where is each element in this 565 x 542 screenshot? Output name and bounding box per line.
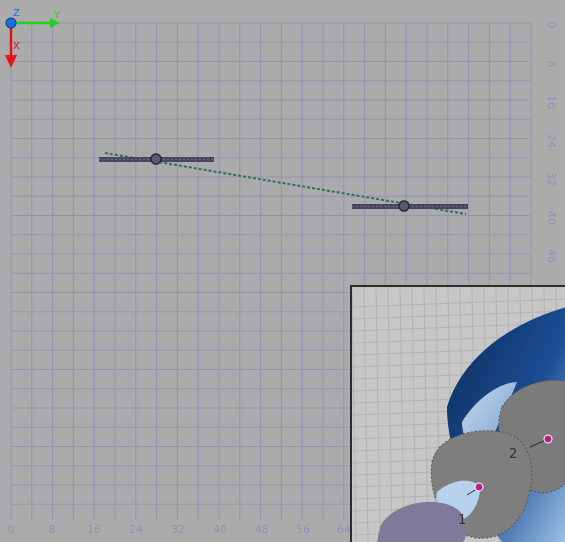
ruler-x-label: 16: [87, 523, 101, 536]
preview-grid-line: [352, 298, 565, 308]
ruler-x-label: 48: [255, 523, 269, 536]
preview-point-label: 2: [509, 447, 517, 462]
control-point-handle[interactable]: [398, 200, 410, 212]
ruler-x-label: 40: [213, 523, 227, 536]
ruler-y-label: 32: [545, 172, 558, 186]
preview-grid-line: [352, 310, 565, 320]
z-axis-label: Z: [13, 8, 20, 19]
preview-render: 1 2: [352, 287, 565, 542]
ruler-x-label: 32: [171, 523, 185, 536]
preview-inset[interactable]: 1 2: [350, 285, 565, 542]
ruler-y: 0 8 16 24 32 40 48: [545, 22, 558, 264]
ruler-x: 0 8 16 24 32 40 48 56 64: [8, 523, 352, 536]
control-point-handle[interactable]: [150, 153, 162, 165]
ruler-y-label: 40: [545, 211, 558, 225]
preview-point-label: 1: [458, 513, 466, 528]
x-axis-label: X: [13, 41, 20, 52]
ruler-y-label: 16: [545, 95, 558, 109]
y-axis-label: Y: [53, 10, 61, 21]
preview-control-point[interactable]: [474, 482, 484, 492]
ruler-y-label: 0: [545, 22, 558, 29]
preview-control-point[interactable]: [543, 434, 553, 444]
ruler-x-label: 24: [129, 523, 143, 536]
z-axis-origin-icon: [5, 17, 17, 29]
ruler-x-label: 8: [49, 523, 56, 536]
ruler-y-label: 8: [545, 61, 558, 68]
preview-grid-line: [387, 287, 393, 542]
ruler-y-label: 24: [545, 134, 558, 148]
ruler-x-label: 56: [296, 523, 310, 536]
control-point-2[interactable]: [352, 200, 468, 212]
ruler-y-label: 48: [545, 249, 558, 263]
ruler-x-label: 0: [8, 523, 15, 536]
ruler-x-label: 64: [337, 523, 351, 536]
preview-grid-line: [399, 287, 405, 542]
preview-purple-shape: [377, 501, 467, 542]
